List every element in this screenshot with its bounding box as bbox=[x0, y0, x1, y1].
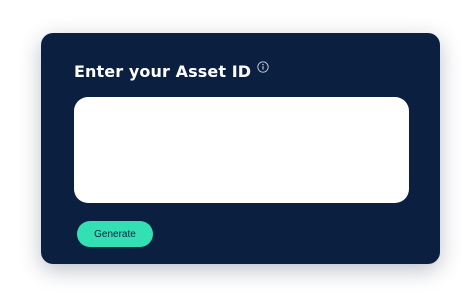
asset-id-input[interactable] bbox=[74, 97, 409, 203]
info-icon[interactable] bbox=[257, 60, 269, 73]
heading-row: Enter your Asset ID bbox=[74, 61, 269, 83]
asset-id-card: Enter your Asset ID Generate bbox=[41, 33, 440, 264]
page-title: Enter your Asset ID bbox=[74, 62, 252, 81]
generate-button[interactable]: Generate bbox=[77, 221, 153, 247]
